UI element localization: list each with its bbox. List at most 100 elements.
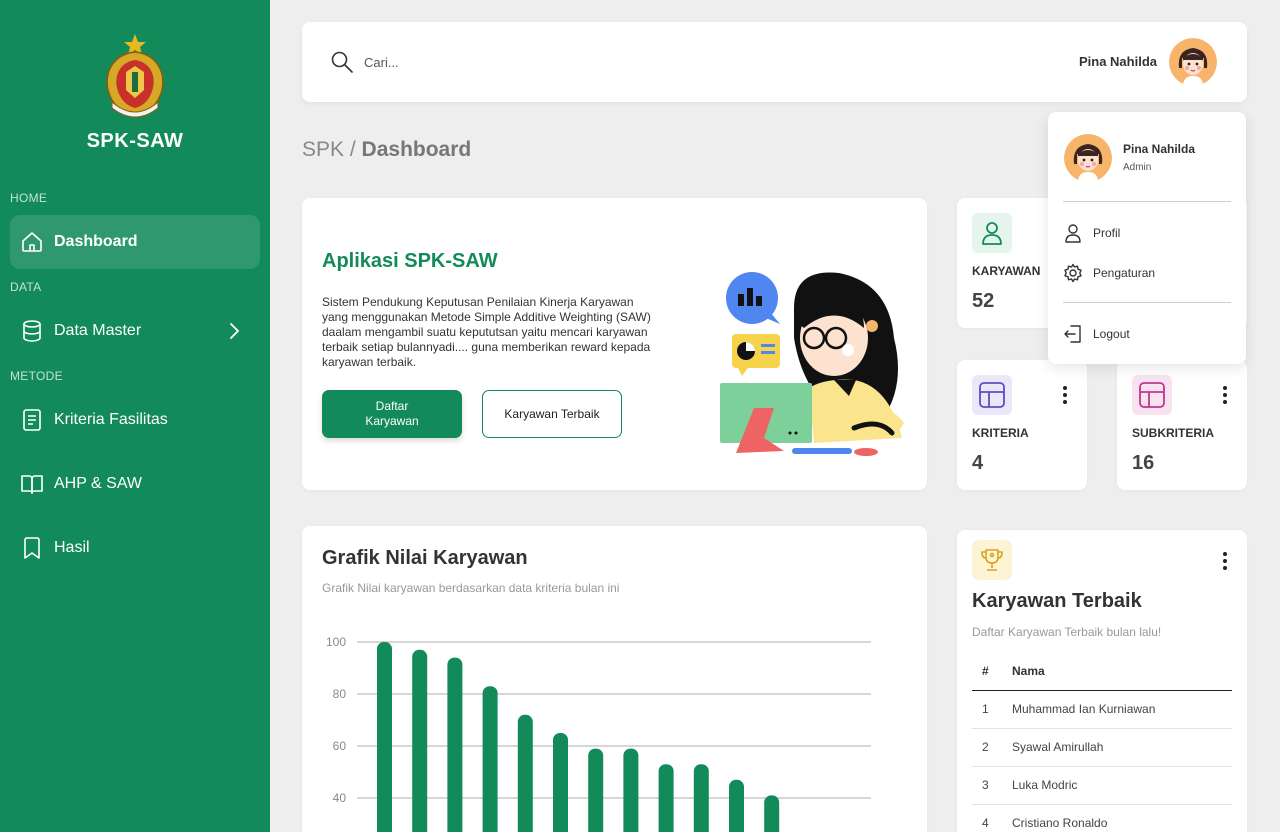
gear-icon — [1063, 263, 1083, 283]
row-name: Syawal Amirullah — [1012, 728, 1232, 767]
chart-bar[interactable] — [764, 795, 780, 832]
best-employee-card: Karyawan Terbaik Daftar Karyawan Terbaik… — [957, 530, 1247, 832]
sidebar-item-ahp-saw[interactable]: AHP & SAW — [10, 457, 260, 511]
top-bar: Pina Nahilda — [302, 22, 1247, 102]
dropdown-user-role: Admin — [1123, 162, 1152, 173]
hero-illustration — [714, 268, 914, 463]
province-emblem-logo — [100, 32, 170, 122]
trophy-icon — [972, 540, 1012, 580]
best-employee-subtitle: Daftar Karyawan Terbaik bulan lalu! — [972, 625, 1162, 639]
kebab-menu-icon[interactable] — [1057, 386, 1073, 404]
chart-bar[interactable] — [412, 649, 428, 832]
hero-card: Aplikasi SPK-SAW Sistem Pendukung Keputu… — [302, 198, 927, 490]
y-tick-label: 60 — [333, 739, 347, 753]
y-tick-label: 80 — [333, 687, 347, 701]
sidebar-item-label: Hasil — [54, 539, 90, 556]
search-icon[interactable] — [330, 50, 354, 74]
logout-icon — [1063, 324, 1083, 344]
layout-icon — [1132, 375, 1172, 415]
menu-item-label: Logout — [1093, 327, 1130, 341]
section-label-metode: METODE — [10, 369, 63, 383]
row-name: Luka Modric — [1012, 766, 1232, 805]
table-row[interactable]: 2 Syawal Amirullah — [972, 728, 1232, 767]
stat-value: 4 — [972, 452, 984, 474]
row-number: 3 — [972, 766, 1012, 805]
row-number: 4 — [972, 804, 1012, 832]
stat-label: KARYAWAN — [972, 264, 1041, 278]
avatar — [1064, 134, 1112, 182]
breadcrumb-root[interactable]: SPK — [302, 138, 344, 161]
sidebar-item-hasil[interactable]: Hasil — [10, 521, 260, 575]
row-name: Muhammad Ian Kurniawan — [1012, 690, 1232, 729]
document-icon — [20, 408, 44, 432]
user-dropdown-menu: Pina Nahilda Admin Profil Pengaturan Log… — [1048, 112, 1246, 364]
row-number: 1 — [972, 690, 1012, 729]
y-tick-label: 100 — [326, 635, 346, 649]
table-header-row: # Nama — [972, 652, 1232, 691]
user-icon — [972, 213, 1012, 253]
chevron-right-icon — [224, 321, 244, 341]
sidebar-item-label: Data Master — [54, 322, 142, 339]
chart-bar[interactable] — [447, 657, 463, 832]
section-label-data: DATA — [10, 280, 42, 294]
row-name: Cristiano Ronaldo — [1012, 804, 1232, 832]
chart-bar[interactable] — [623, 748, 639, 832]
menu-item-logout[interactable]: Logout — [1063, 320, 1233, 348]
layout-icon — [972, 375, 1012, 415]
sidebar-item-kriteria-fasilitas[interactable]: Kriteria Fasilitas — [10, 393, 260, 447]
column-header-name: Nama — [1012, 652, 1232, 691]
section-label-home: HOME — [10, 191, 48, 205]
hero-description: Sistem Pendukung Keputusan Penilaian Kin… — [322, 295, 651, 369]
column-header-no: # — [972, 652, 1012, 691]
menu-item-label: Profil — [1093, 226, 1121, 240]
sidebar-item-dashboard[interactable]: Dashboard — [10, 215, 260, 269]
daftar-karyawan-button[interactable]: Daftar Karyawan — [322, 390, 462, 438]
y-tick-label: 40 — [333, 791, 347, 805]
sidebar-item-label: Dashboard — [54, 233, 138, 250]
stat-value: 52 — [972, 290, 995, 312]
chart-subtitle: Grafik Nilai karyawan berdasarkan data k… — [322, 581, 620, 595]
chart-bar[interactable] — [693, 764, 709, 832]
search-input[interactable] — [364, 48, 664, 76]
stat-label: KRITERIA — [972, 426, 1029, 440]
avatar[interactable] — [1169, 38, 1217, 86]
chart-bar[interactable] — [729, 779, 744, 832]
home-icon — [20, 230, 44, 254]
dropdown-user-name: Pina Nahilda — [1123, 142, 1196, 156]
menu-item-pengaturan[interactable]: Pengaturan — [1063, 259, 1233, 287]
divider — [1063, 201, 1231, 202]
chart-bar[interactable] — [482, 686, 498, 832]
kebab-menu-icon[interactable] — [1217, 552, 1233, 570]
sidebar: SPK-SAW HOME Dashboard DATA Data Master … — [0, 0, 270, 832]
karyawan-terbaik-button[interactable]: Karyawan Terbaik — [482, 390, 622, 438]
best-employee-title: Karyawan Terbaik — [972, 590, 1142, 612]
bookmark-icon — [20, 536, 44, 560]
sidebar-item-data-master[interactable]: Data Master — [10, 304, 260, 358]
chart-title: Grafik Nilai Karyawan — [322, 547, 528, 569]
chart-bar[interactable] — [588, 748, 604, 832]
stat-card-subkriteria: SUBKRITERIA 16 — [1117, 360, 1247, 490]
sidebar-item-label: Kriteria Fasilitas — [54, 411, 168, 428]
chart-card: Grafik Nilai Karyawan Grafik Nilai karya… — [302, 526, 927, 832]
app-name: SPK-SAW — [86, 130, 184, 152]
user-name[interactable]: Pina Nahilda — [1079, 54, 1157, 69]
user-icon — [1063, 223, 1083, 243]
kebab-menu-icon[interactable] — [1217, 386, 1233, 404]
table-row[interactable]: 4 Cristiano Ronaldo — [972, 804, 1232, 832]
breadcrumb: SPK / Dashboard — [302, 138, 471, 162]
sidebar-item-label: AHP & SAW — [54, 475, 143, 492]
bar-chart: 100 80 60 40 — [326, 635, 871, 832]
breadcrumb-separator: / — [344, 138, 362, 161]
chart-bar[interactable] — [377, 642, 392, 832]
row-number: 2 — [972, 728, 1012, 767]
chart-bar[interactable] — [553, 733, 568, 832]
table-row[interactable]: 1 Muhammad Ian Kurniawan — [972, 690, 1232, 729]
best-employee-table: # Nama 1 Muhammad Ian Kurniawan 2 Syawal… — [972, 652, 1232, 832]
table-row[interactable]: 3 Luka Modric — [972, 766, 1232, 805]
menu-item-profil[interactable]: Profil — [1063, 219, 1233, 247]
divider — [1063, 302, 1231, 303]
chart-bar[interactable] — [517, 714, 533, 832]
book-open-icon — [20, 472, 44, 496]
chart-bar[interactable] — [658, 764, 674, 832]
stat-card-kriteria: KRITERIA 4 — [957, 360, 1087, 490]
